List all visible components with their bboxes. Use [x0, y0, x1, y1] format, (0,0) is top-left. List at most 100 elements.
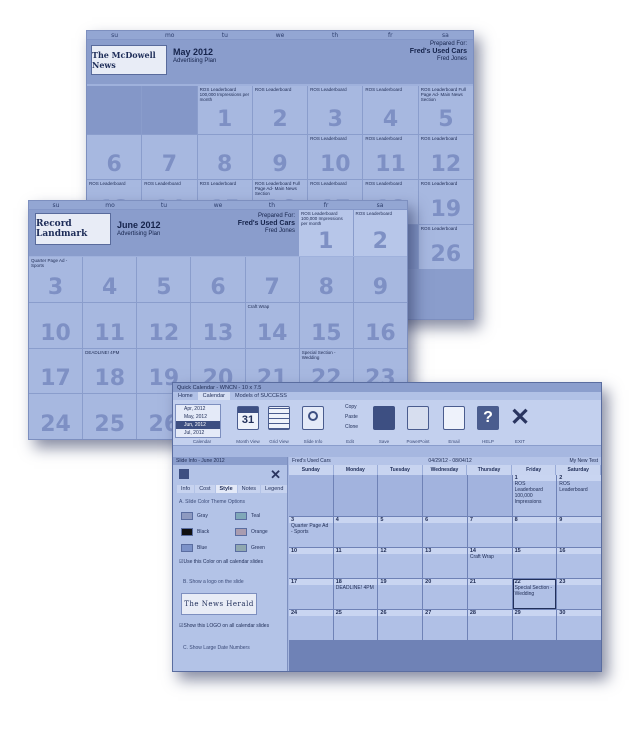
copy-button[interactable]: Copy: [345, 404, 357, 410]
powerpoint-button[interactable]: PowerPoint: [401, 402, 435, 444]
color-green[interactable]: Green: [235, 543, 265, 552]
day-cell[interactable]: ROS Leaderboard 100,000 Impressions per …: [197, 86, 252, 134]
tab-cost[interactable]: Cost: [195, 485, 215, 493]
day-cell[interactable]: 9: [353, 257, 407, 302]
day-cell[interactable]: 24: [29, 394, 83, 439]
calendar-cell[interactable]: 27: [423, 609, 467, 640]
day-cell[interactable]: ROS Leaderboard Full Page Ad- Main News …: [418, 86, 473, 134]
calendar-cell[interactable]: [333, 475, 378, 516]
calendar-cell[interactable]: 23: [557, 578, 601, 609]
calendar-cell[interactable]: [467, 475, 512, 516]
day-cell[interactable]: ROS Leaderboard 19: [418, 180, 473, 224]
calendar-cell[interactable]: 5: [378, 516, 423, 547]
calendar-cell[interactable]: 19: [378, 578, 423, 609]
tab-calendar[interactable]: Calendar: [197, 392, 230, 400]
tab-notes[interactable]: Notes: [237, 485, 261, 493]
calendar-cell[interactable]: 7: [467, 516, 512, 547]
calendar-cell[interactable]: [378, 475, 423, 516]
tab-models[interactable]: Models of SUCCESS: [230, 392, 292, 400]
calendar-cell[interactable]: 1 ROS Leaderboard 100,000 Impressions: [512, 475, 557, 516]
tab-legend[interactable]: Legend: [261, 485, 288, 493]
color-orange[interactable]: Orange: [235, 527, 268, 536]
help-button[interactable]: ? HELP: [473, 402, 503, 444]
calendar-cell[interactable]: 9: [557, 516, 601, 547]
email-button[interactable]: Email: [437, 402, 471, 444]
calendar-cell[interactable]: 4: [333, 516, 378, 547]
day-cell[interactable]: [142, 86, 197, 134]
month-list[interactable]: Apr, 2012 May, 2012 Jun, 2012 Jul, 2012: [175, 404, 221, 438]
calendar-cell[interactable]: 3 Quarter Page Ad - Sports: [289, 516, 333, 547]
day-cell[interactable]: 12: [137, 302, 191, 348]
day-cell[interactable]: ROS Leaderboard 2: [252, 86, 308, 134]
calendar-cell[interactable]: 8: [512, 516, 557, 547]
calendar-cell[interactable]: [289, 475, 333, 516]
tab-home[interactable]: Home: [173, 392, 198, 400]
slide-info-button[interactable]: Slide Info: [296, 402, 330, 444]
save-button[interactable]: Save: [369, 402, 399, 444]
clone-button[interactable]: Clone: [345, 424, 358, 430]
calendar-cell[interactable]: 14 Craft Wrap: [467, 547, 512, 578]
day-cell[interactable]: ROS Leaderboard 4: [363, 86, 418, 134]
day-cell[interactable]: 5: [137, 257, 191, 302]
day-cell[interactable]: Craft Wrap 14: [245, 302, 299, 348]
calendar-cell[interactable]: 30: [557, 609, 601, 640]
day-cell[interactable]: ROS Leaderboard 11: [363, 135, 418, 179]
calendar-cell[interactable]: 25: [333, 609, 378, 640]
calendar-cell[interactable]: 24: [289, 609, 333, 640]
calendar-cell[interactable]: 20: [423, 578, 467, 609]
grid-view-button[interactable]: Grid View: [264, 402, 294, 444]
day-cell[interactable]: ROS Leaderboard 26: [418, 225, 473, 269]
day-cell[interactable]: 8: [197, 135, 252, 179]
day-cell[interactable]: ROS Leaderboard 10: [308, 135, 363, 179]
month-view-button[interactable]: 31 Month View: [233, 402, 263, 444]
day-cell[interactable]: 7: [142, 135, 197, 179]
calendar-cell[interactable]: 26: [378, 609, 423, 640]
day-cell[interactable]: ROS Leaderboard 12: [418, 135, 473, 179]
day-cell[interactable]: 7: [245, 257, 299, 302]
calendar-cell[interactable]: 17: [289, 578, 333, 609]
day-cell[interactable]: 4: [83, 257, 137, 302]
tab-info[interactable]: Info: [177, 485, 195, 493]
day-cell[interactable]: 8: [299, 257, 353, 302]
day-cell[interactable]: 10: [29, 302, 83, 348]
day-cell[interactable]: 25: [83, 394, 137, 439]
paste-button[interactable]: Paste: [345, 414, 358, 420]
day-cell[interactable]: 16: [353, 302, 407, 348]
show-logo-checkbox[interactable]: Show this LOGO on all calendar slides: [179, 623, 269, 629]
calendar-cell[interactable]: 21: [467, 578, 512, 609]
calendar-cell[interactable]: 15: [512, 547, 557, 578]
calendar-cell[interactable]: 18 DEADLINE! 4PM: [333, 578, 378, 609]
color-blue[interactable]: Blue: [181, 543, 207, 552]
day-cell[interactable]: ROS Leaderboard 3: [308, 86, 363, 134]
day-cell[interactable]: 6: [87, 135, 142, 179]
month-item[interactable]: Apr, 2012: [176, 405, 220, 413]
calendar-cell[interactable]: 13: [423, 547, 467, 578]
calendar-cell[interactable]: 11: [333, 547, 378, 578]
calendar-cell[interactable]: 6: [423, 516, 467, 547]
color-black[interactable]: Black: [181, 527, 209, 536]
day-cell[interactable]: DEADLINE! 4PM 18: [83, 348, 137, 394]
logo-preview[interactable]: The News Herald: [181, 593, 257, 615]
month-item[interactable]: May, 2012: [176, 413, 220, 421]
calendar-cell[interactable]: [423, 475, 467, 516]
month-item[interactable]: Jul, 2012: [176, 429, 220, 437]
save-icon[interactable]: [179, 469, 189, 479]
day-cell[interactable]: 9: [252, 135, 308, 179]
use-color-checkbox[interactable]: Use this Color on all calendar slides: [179, 559, 262, 565]
calendar-cell[interactable]: 28: [467, 609, 512, 640]
exit-button[interactable]: ✕ EXIT: [505, 402, 535, 445]
calendar-cell[interactable]: 16: [557, 547, 601, 578]
calendar-cell[interactable]: 12: [378, 547, 423, 578]
day-cell[interactable]: 17: [29, 348, 83, 394]
calendar-cell[interactable]: 2 ROS Leaderboard: [557, 475, 601, 516]
calendar-cell[interactable]: 29: [512, 609, 557, 640]
day-cell[interactable]: Quarter Page Ad - Sports 3: [29, 257, 83, 302]
day-cell[interactable]: 15: [299, 302, 353, 348]
day-cell[interactable]: 11: [83, 302, 137, 348]
day-cell[interactable]: 13: [191, 302, 245, 348]
calendar-cell[interactable]: 10: [289, 547, 333, 578]
day-cell[interactable]: 6: [191, 257, 245, 302]
tab-style[interactable]: Style: [215, 485, 237, 493]
day-cell[interactable]: ROS Leaderboard 100,000 Impressions per …: [299, 210, 353, 256]
color-teal[interactable]: Teal: [235, 511, 260, 520]
